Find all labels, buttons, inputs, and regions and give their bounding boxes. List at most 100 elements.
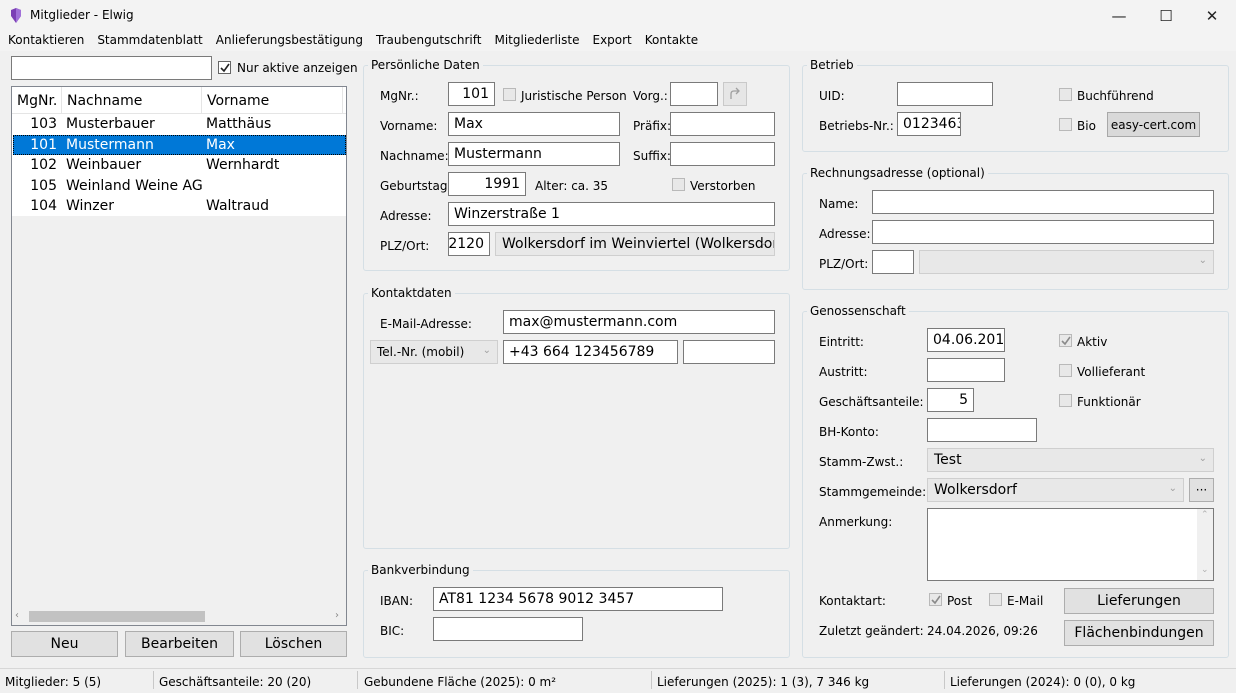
plz-ort-label: PLZ/Ort:	[380, 239, 430, 253]
ort-value: Wolkersdorf im Weinviertel (Wolkersdorf	[502, 236, 775, 252]
table-row[interactable]: 102 Weinbauer Wernhardt	[13, 155, 346, 175]
kontaktart-label: Kontaktart:	[819, 594, 886, 608]
header-nachname[interactable]: Nachname	[67, 93, 142, 109]
geschaeftsanteile-field[interactable]: 5	[927, 388, 974, 412]
chevron-down-icon: ⌄	[1168, 483, 1177, 494]
tel-field[interactable]: +43 664 123456789	[503, 340, 678, 364]
flaechenbindungen-button[interactable]: Flächenbindungen	[1064, 620, 1214, 646]
minimize-button[interactable]: —	[1096, 0, 1142, 31]
lieferungen-button[interactable]: Lieferungen	[1064, 588, 1214, 614]
vollieferant-label: Vollieferant	[1077, 365, 1146, 379]
table-header: MgNr. Nachname Vorname	[12, 87, 346, 114]
menu-stammdatenblatt[interactable]: Stammdatenblatt	[91, 31, 209, 51]
more-button[interactable]: ···	[1189, 478, 1214, 502]
bhkonto-field[interactable]	[927, 418, 1037, 442]
stamm-zwst-dropdown[interactable]: Test ⌄	[927, 448, 1214, 472]
juristische-person-label: Juristische Person	[521, 89, 627, 103]
horizontal-scrollbar[interactable]: ‹ ›	[12, 608, 346, 625]
buchfuehrend-checkbox[interactable]	[1059, 88, 1072, 101]
neu-button[interactable]: Neu	[11, 631, 118, 657]
rechnung-name-field[interactable]	[872, 190, 1214, 214]
easy-cert-button[interactable]: easy-cert.com	[1107, 112, 1200, 137]
only-active-checkbox[interactable]	[218, 61, 231, 74]
bank-title: Bankverbindung	[368, 563, 473, 577]
bearbeiten-button[interactable]: Bearbeiten	[125, 631, 234, 657]
nachname-field[interactable]: Mustermann	[448, 142, 620, 166]
post-checkbox[interactable]	[929, 593, 942, 606]
eintritt-field[interactable]: 04.06.2012	[927, 328, 1005, 352]
vollieferant-checkbox[interactable]	[1059, 364, 1072, 377]
uid-label: UID:	[819, 89, 845, 103]
vorg-field[interactable]	[670, 82, 718, 106]
bic-field[interactable]	[433, 617, 583, 641]
genossenschaft-title: Genossenschaft	[807, 304, 909, 318]
tel-type-dropdown[interactable]: Tel.-Nr. (mobil) ⌄	[370, 340, 498, 364]
menu-mitgliederliste[interactable]: Mitgliederliste	[488, 31, 586, 51]
vertical-scrollbar[interactable]: ⌃ ⌄	[1197, 509, 1213, 580]
email-kontakt-checkbox[interactable]	[989, 593, 1002, 606]
ort-dropdown[interactable]: Wolkersdorf im Weinviertel (Wolkersdorf …	[495, 232, 775, 256]
menu-kontakte[interactable]: Kontakte	[639, 31, 705, 51]
menu-anlieferungsbestaetigung[interactable]: Anlieferungsbestätigung	[210, 31, 370, 51]
cell-nachname: Weinbauer	[66, 157, 142, 173]
adresse-field[interactable]: Winzerstraße 1	[448, 202, 775, 226]
menu-traubengutschrift[interactable]: Traubengutschrift	[370, 31, 488, 51]
mgnr-label: MgNr.:	[380, 89, 419, 103]
verstorben-checkbox[interactable]	[672, 178, 685, 191]
status-separator	[153, 671, 154, 689]
plz-field[interactable]: 2120	[448, 232, 490, 256]
funktionaer-checkbox[interactable]	[1059, 394, 1072, 407]
search-input[interactable]	[11, 56, 212, 80]
title-bar	[0, 0, 1236, 31]
scroll-left-icon[interactable]: ‹	[15, 610, 19, 621]
header-vorname[interactable]: Vorname	[207, 93, 269, 109]
uid-field[interactable]	[897, 82, 993, 106]
austritt-field[interactable]	[927, 358, 1005, 382]
tel-note-field[interactable]	[683, 340, 775, 364]
cell-vorname: Waltraud	[206, 198, 269, 214]
geburtstag-field[interactable]: 1991	[448, 172, 526, 196]
stammgemeinde-dropdown[interactable]: Wolkersdorf ⌄	[927, 478, 1184, 502]
menu-export[interactable]: Export	[586, 31, 638, 51]
iban-field[interactable]: AT81 1234 5678 9012 3457	[433, 587, 723, 611]
scroll-down-icon[interactable]: ⌄	[1201, 565, 1209, 575]
cell-nachname: Mustermann	[66, 136, 154, 153]
email-field[interactable]: max@mustermann.com	[503, 310, 775, 334]
buchfuehrend-label: Buchführend	[1077, 89, 1154, 103]
loeschen-button[interactable]: Löschen	[240, 631, 347, 657]
header-mgnr[interactable]: MgNr.	[17, 93, 57, 109]
scroll-right-icon[interactable]: ›	[335, 610, 339, 621]
scroll-up-icon[interactable]: ⌃	[1201, 510, 1209, 520]
vorname-field[interactable]: Max	[448, 112, 620, 136]
menu-kontaktieren[interactable]: Kontaktieren	[2, 31, 91, 51]
aktiv-checkbox[interactable]	[1059, 334, 1072, 347]
stamm-zwst-value: Test	[934, 452, 962, 468]
close-button[interactable]: ✕	[1189, 0, 1235, 31]
juristische-person-checkbox[interactable]	[503, 88, 516, 101]
rechnung-plz-label: PLZ/Ort:	[819, 257, 869, 271]
table-row[interactable]: 104 Winzer Waltraud	[13, 196, 346, 216]
bio-checkbox[interactable]	[1059, 118, 1072, 131]
rechnung-adresse-field[interactable]	[872, 220, 1214, 244]
scrollbar-thumb[interactable]	[29, 611, 205, 622]
praefix-field[interactable]	[670, 112, 775, 136]
header-divider	[201, 87, 202, 114]
vorg-link-button[interactable]	[723, 82, 747, 106]
rechnung-name-label: Name:	[819, 197, 859, 211]
bio-label: Bio	[1077, 119, 1096, 133]
table-row[interactable]: 101 Mustermann Max	[13, 134, 346, 155]
adresse-label: Adresse:	[380, 209, 432, 223]
anmerkung-field[interactable]: ⌃ ⌄	[927, 508, 1214, 581]
alter-label: Alter: ca. 35	[535, 179, 609, 193]
mgnr-field[interactable]: 101	[448, 82, 495, 106]
rechnung-plz-field[interactable]	[872, 250, 914, 274]
table-row[interactable]: 103 Musterbauer Matthäus	[13, 114, 346, 134]
maximize-button[interactable]: ☐	[1143, 0, 1189, 31]
table-row[interactable]: 105 Weinland Weine AG	[13, 176, 346, 196]
status-mitglieder: Mitglieder: 5 (5)	[5, 675, 102, 689]
rechnung-ort-dropdown[interactable]: ⌄	[919, 250, 1214, 274]
status-separator	[357, 671, 358, 689]
suffix-field[interactable]	[670, 142, 775, 166]
chevron-down-icon: ⌄	[482, 345, 491, 356]
betriebsnr-field[interactable]: 0123463	[897, 112, 961, 136]
